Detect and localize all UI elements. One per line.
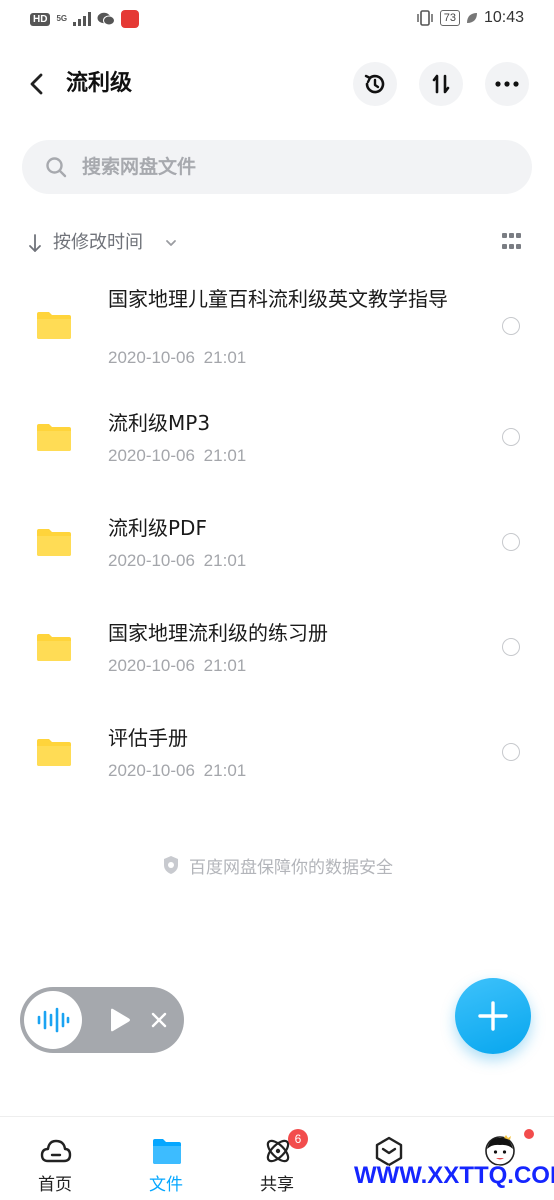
nav-label: 首页 xyxy=(38,1175,72,1195)
folder-icon xyxy=(37,529,71,556)
folder-tab-icon xyxy=(153,1139,181,1164)
file-date: 2020-10-06 21:01 xyxy=(108,446,247,465)
folder-icon xyxy=(37,739,71,766)
file-name: 国家地理儿童百科流利级英文教学指导 xyxy=(108,287,448,311)
add-button[interactable] xyxy=(455,978,531,1054)
close-icon[interactable] xyxy=(148,1009,170,1031)
hd-indicator: HD xyxy=(30,12,51,26)
page-title: 流利级 xyxy=(66,71,133,96)
file-date: 2020-10-06 21:01 xyxy=(108,551,247,570)
file-date: 2020-10-06 21:01 xyxy=(108,348,247,367)
sort-label[interactable]: 按修改时间 xyxy=(53,226,143,260)
vibrate-icon xyxy=(417,10,433,26)
signal-icon xyxy=(73,12,92,26)
audio-wave-button[interactable] xyxy=(24,991,82,1049)
cloud-home-icon xyxy=(40,1139,72,1163)
status-left: HD 5G xyxy=(30,10,140,28)
sort-down-arrow-icon xyxy=(29,234,41,252)
history-icon xyxy=(364,74,385,94)
select-checkbox[interactable] xyxy=(502,743,520,761)
nav-label: 共享 xyxy=(260,1175,294,1195)
more-button[interactable] xyxy=(485,62,529,106)
nav-item-files[interactable]: 文件 xyxy=(121,1131,211,1200)
search-icon xyxy=(46,157,67,178)
clock: 10:43 xyxy=(483,9,524,26)
file-list-item[interactable]: 流利级MP3 2020-10-06 21:01 xyxy=(0,404,554,484)
sort-button[interactable] xyxy=(419,62,463,106)
file-name: 流利级MP3 xyxy=(108,411,211,435)
audio-mini-player[interactable] xyxy=(20,987,184,1053)
network-type: 5G xyxy=(56,14,68,23)
battery-indicator: 73 xyxy=(439,10,460,26)
wechat-icon xyxy=(97,12,116,26)
nav-item-share[interactable]: 6 共享 xyxy=(232,1129,322,1200)
file-name: 流利级PDF xyxy=(108,516,207,540)
watermark: WWW.XXTTQ.COM xyxy=(354,1162,554,1189)
nav-label: 文件 xyxy=(149,1175,183,1195)
play-icon[interactable] xyxy=(106,1007,132,1033)
file-list-item[interactable]: 国家地理儿童百科流利级英文教学指导 2020-10-06 21:01 xyxy=(0,280,554,380)
file-list-item[interactable]: 国家地理流利级的练习册 2020-10-06 21:01 xyxy=(0,614,554,694)
select-checkbox[interactable] xyxy=(502,317,520,335)
header: 流利级 xyxy=(0,56,554,112)
select-checkbox[interactable] xyxy=(502,638,520,656)
safety-note: 百度网盘保障你的数据安全 xyxy=(0,850,554,880)
chevron-down-icon[interactable] xyxy=(164,236,178,250)
file-list-item[interactable]: 流利级PDF 2020-10-06 21:01 xyxy=(0,509,554,589)
history-button[interactable] xyxy=(353,62,397,106)
folder-icon xyxy=(37,634,71,661)
plus-icon xyxy=(478,1001,508,1031)
app-notification-icon xyxy=(121,10,140,28)
nav-item-home[interactable]: 首页 xyxy=(10,1131,100,1200)
power-saving-leaf-icon xyxy=(466,13,477,23)
back-arrow-icon[interactable] xyxy=(22,68,54,100)
file-name: 评估手册 xyxy=(108,726,188,750)
notification-dot xyxy=(524,1129,534,1139)
shield-icon xyxy=(164,856,178,874)
file-name: 国家地理流利级的练习册 xyxy=(108,621,328,645)
audio-wave-icon xyxy=(37,1007,70,1033)
sort-row: 按修改时间 xyxy=(22,226,532,260)
sort-icon xyxy=(432,74,450,94)
file-date: 2020-10-06 21:01 xyxy=(108,761,247,780)
select-checkbox[interactable] xyxy=(502,428,520,446)
file-list-item[interactable]: 评估手册 2020-10-06 21:01 xyxy=(0,719,554,799)
safety-text: 百度网盘保障你的数据安全 xyxy=(189,857,393,878)
select-checkbox[interactable] xyxy=(502,533,520,551)
status-right: 73 10:43 xyxy=(416,9,524,27)
search-placeholder: 搜索网盘文件 xyxy=(82,156,197,178)
more-icon xyxy=(495,81,519,87)
grid-view-icon[interactable] xyxy=(502,233,524,253)
share-badge: 6 xyxy=(288,1129,308,1149)
file-date: 2020-10-06 21:01 xyxy=(108,656,247,675)
folder-icon xyxy=(37,312,71,339)
status-bar: HD 5G 73 10:43 xyxy=(0,0,554,42)
folder-icon xyxy=(37,424,71,451)
search-input[interactable]: 搜索网盘文件 xyxy=(22,140,532,194)
